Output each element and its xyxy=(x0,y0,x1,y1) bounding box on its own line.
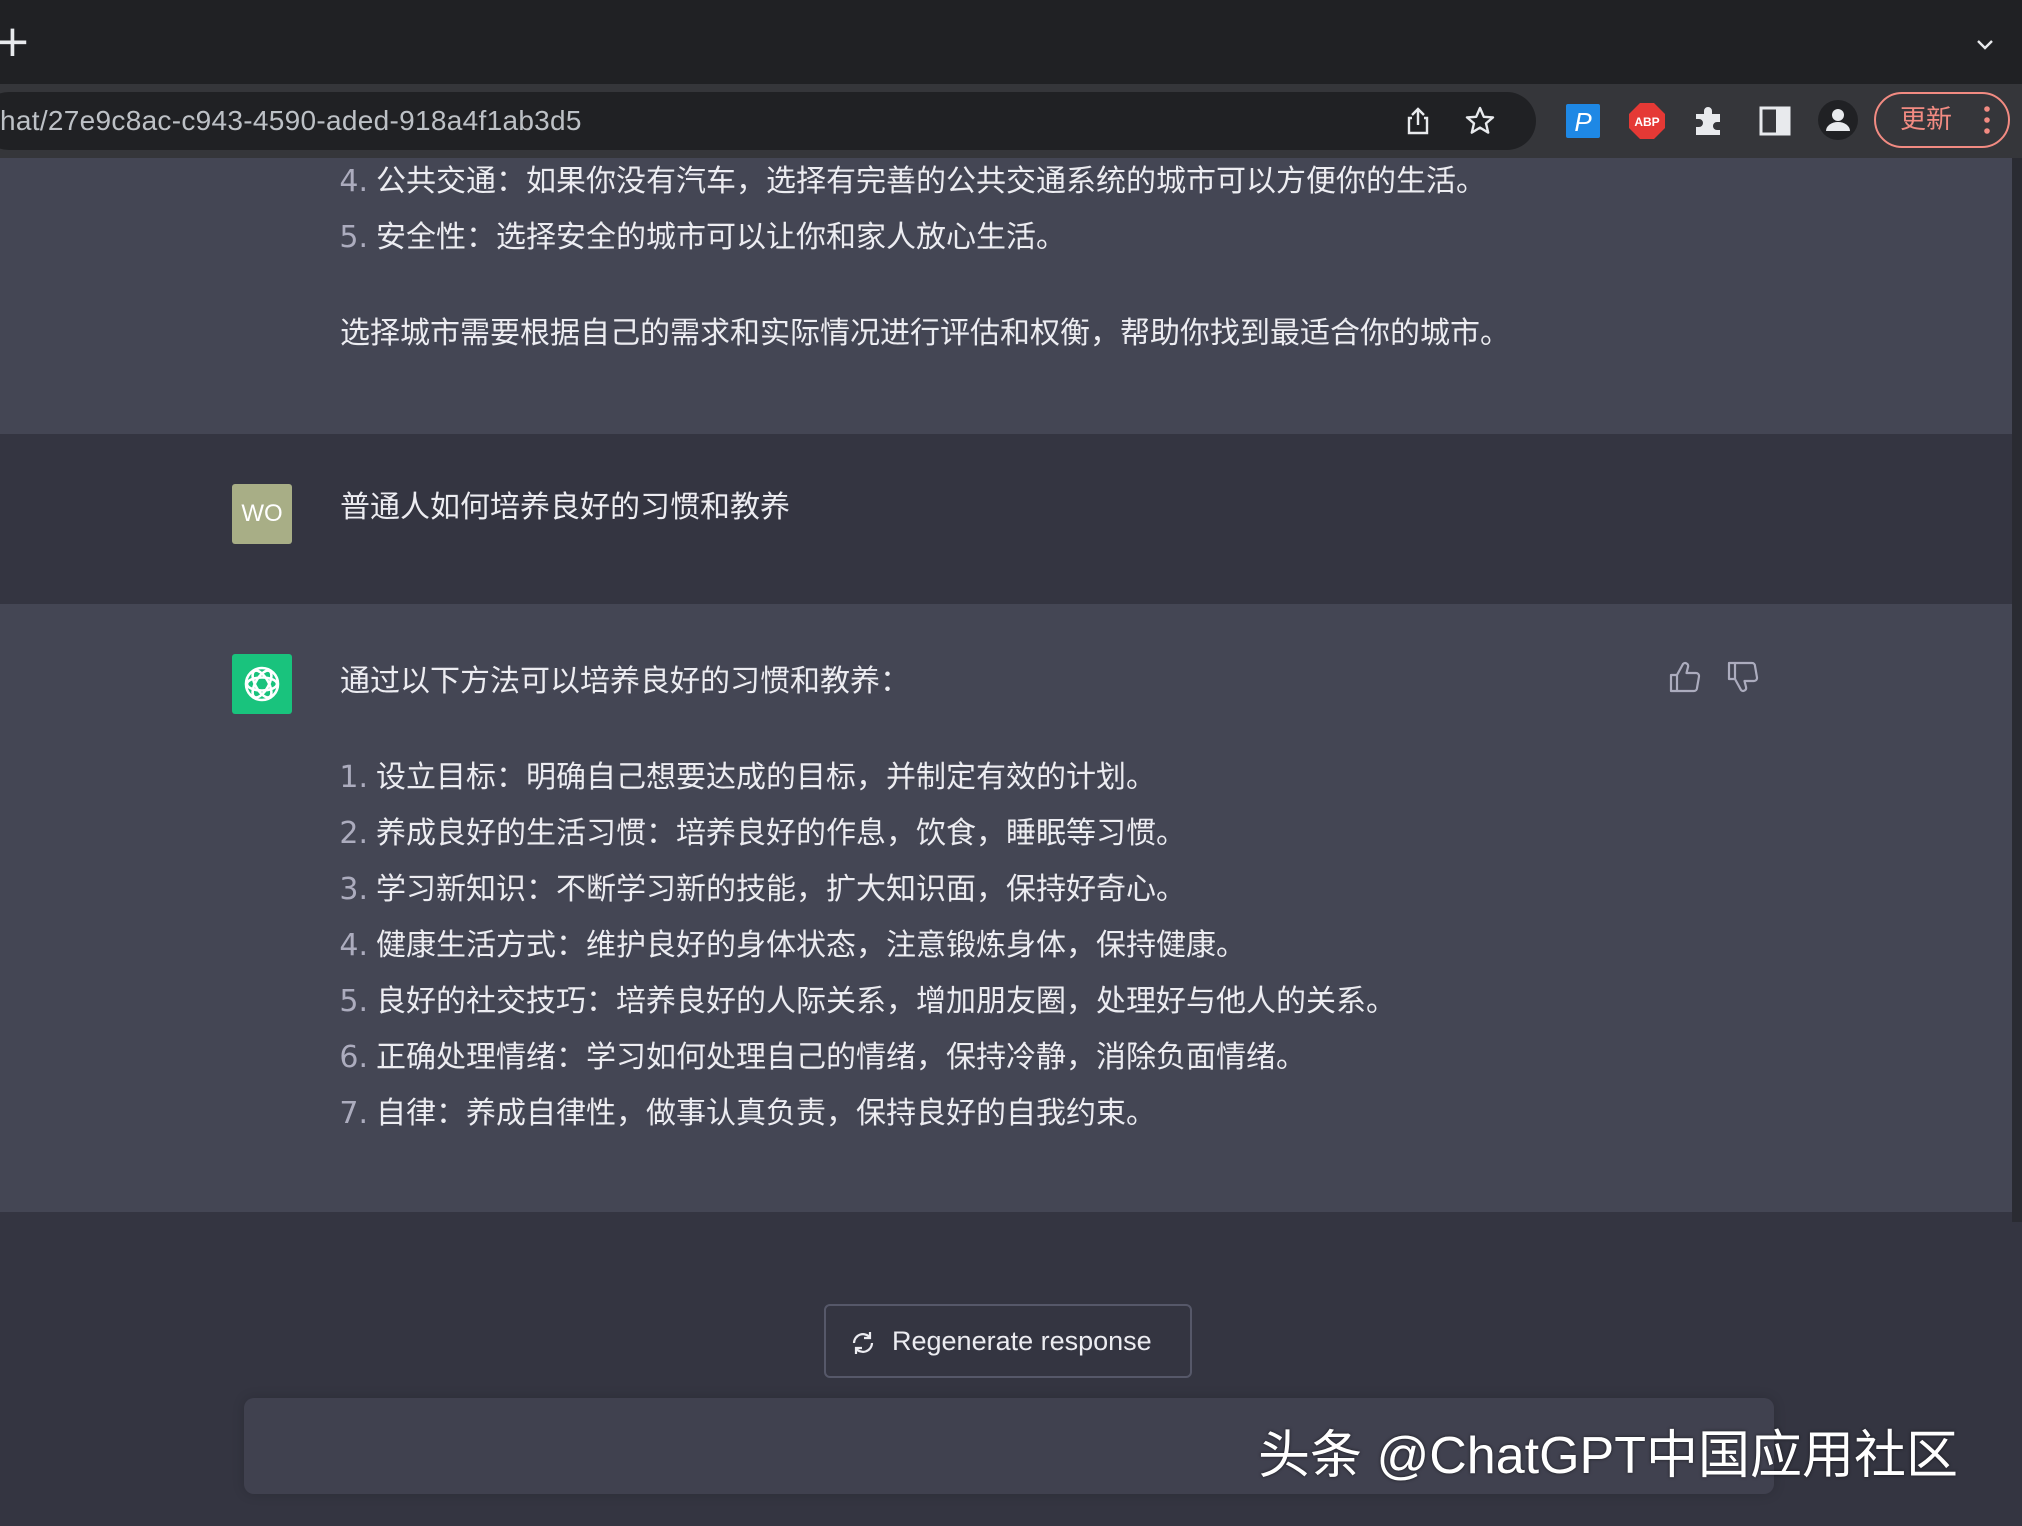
adblock-icon[interactable]: ABP xyxy=(1628,102,1666,140)
list-text: 正确处理情绪：学习如何处理自己的情绪，保持冷静，消除负面情绪。 xyxy=(376,1040,1306,1075)
list-number: 4. xyxy=(339,164,368,199)
list-text: 安全性：选择安全的城市可以让你和家人放心生活。 xyxy=(376,220,1066,255)
browser-tab-strip: + xyxy=(0,0,2022,84)
chatgpt-avatar xyxy=(232,654,292,714)
list-number: 3. xyxy=(339,872,368,907)
profile-icon[interactable] xyxy=(1818,100,1858,140)
adblock-label: ABP xyxy=(1634,115,1659,129)
address-bar[interactable]: hat/27e9c8ac-c943-4590-aded-918a4f1ab3d5 xyxy=(0,92,1536,150)
scrollbar-track[interactable] xyxy=(2012,158,2022,1222)
update-label: 更新 xyxy=(1900,105,1953,135)
list-text: 公共交通：如果你没有汽车，选择有完善的公共交通系统的城市可以方便你的生活。 xyxy=(376,164,1486,199)
user-message xyxy=(0,434,2012,604)
list-text: 健康生活方式：维护良好的身体状态，注意锻炼身体，保持健康。 xyxy=(376,928,1246,963)
p-extension-letter: P xyxy=(1574,107,1592,137)
tab-search-chevron-icon[interactable] xyxy=(1976,36,1994,54)
browser-toolbar: hat/27e9c8ac-c943-4590-aded-918a4f1ab3d5… xyxy=(0,84,2022,160)
bookmark-star-icon[interactable] xyxy=(1464,105,1496,137)
list-number: 4. xyxy=(339,928,368,963)
list-number: 5. xyxy=(339,220,368,255)
previous-assistant-message: 4. 公共交通：如果你没有汽车，选择有完善的公共交通系统的城市可以方便你的生活。… xyxy=(0,158,2012,434)
list-number: 2. xyxy=(339,816,368,851)
more-vert-icon[interactable] xyxy=(1984,106,1990,134)
refresh-icon xyxy=(852,1332,874,1354)
watermark-text: 头条 @ChatGPT中国应用社区 xyxy=(1258,1427,1958,1485)
list-number: 1. xyxy=(339,760,368,795)
regenerate-label: Regenerate response xyxy=(892,1326,1152,1356)
thumbs-up-icon[interactable] xyxy=(1668,660,1702,694)
list-text: 自律：养成自律性，做事认真负责，保持良好的自我约束。 xyxy=(376,1096,1156,1131)
sidepanel-icon[interactable] xyxy=(1758,104,1792,138)
url-text[interactable]: hat/27e9c8ac-c943-4590-aded-918a4f1ab3d5 xyxy=(0,92,582,150)
list-text: 设立目标：明确自己想要达成的目标，并制定有效的计划。 xyxy=(376,760,1156,795)
list-number: 7. xyxy=(339,1096,368,1131)
update-button[interactable]: 更新 xyxy=(1874,92,2010,148)
share-icon[interactable] xyxy=(1402,105,1434,137)
new-tab-button[interactable]: + xyxy=(0,20,31,64)
regenerate-response-button[interactable]: Regenerate response xyxy=(824,1304,1192,1378)
assistant-intro: 通过以下方法可以培养良好的习惯和教养： xyxy=(340,664,910,699)
user-message-text: 普通人如何培养良好的习惯和教养 xyxy=(340,490,790,525)
list-number: 5. xyxy=(339,984,368,1019)
list-text: 学习新知识：不断学习新的技能，扩大知识面，保持好奇心。 xyxy=(376,872,1186,907)
user-avatar: WO xyxy=(232,484,292,544)
openai-logo-icon xyxy=(244,666,280,702)
list-text: 良好的社交技巧：培养良好的人际关系，增加朋友圈，处理好与他人的关系。 xyxy=(376,984,1396,1019)
puzzle-icon[interactable] xyxy=(1692,104,1726,138)
list-text: 养成良好的生活习惯：培养良好的作息，饮食，睡眠等习惯。 xyxy=(376,816,1186,851)
p-extension-icon[interactable]: P xyxy=(1566,104,1600,138)
list-number: 6. xyxy=(339,1040,368,1075)
answer-conclusion: 选择城市需要根据自己的需求和实际情况进行评估和权衡，帮助你找到最适合你的城市。 xyxy=(340,316,1510,351)
thumbs-down-icon[interactable] xyxy=(1726,660,1760,694)
